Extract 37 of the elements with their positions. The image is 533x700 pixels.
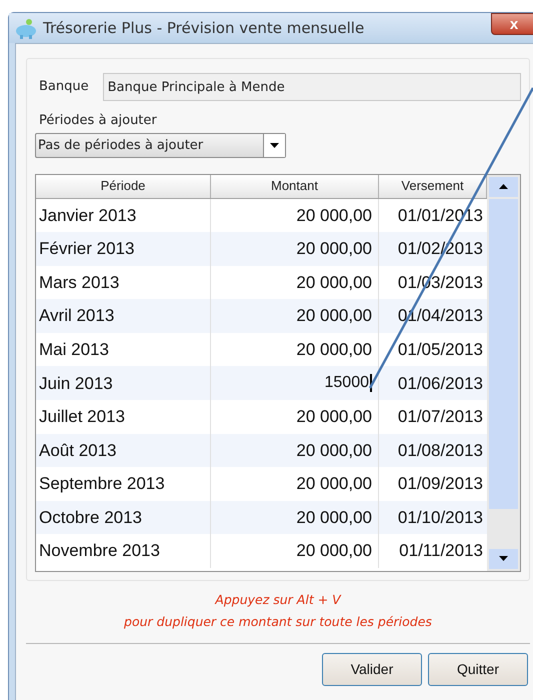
hint-text: pour dupliquer ce montant sur toute les périodes xyxy=(124,612,432,631)
bank-label: Banque xyxy=(39,78,89,96)
table-cell-text: 20 000,00 xyxy=(296,473,372,496)
table-cell-text: 01/09/2013 xyxy=(396,473,484,496)
table-cell-text: 01/11/2013 xyxy=(398,540,484,562)
piggy-bank-icon xyxy=(15,17,39,39)
table-cell: Novembre 2013 xyxy=(36,534,211,568)
hint-text: Appuyez sur Alt + V xyxy=(215,590,341,609)
table-cell-text: 20 000,00 xyxy=(296,272,372,294)
window-title: Trésorerie Plus - Prévision vente mensuelle xyxy=(43,18,364,39)
scrollbar[interactable] xyxy=(487,174,520,570)
table-cell-text: 01/07/2013 xyxy=(396,406,484,428)
dialog-button[interactable]: Quitter xyxy=(428,652,528,686)
dropdown-arrow-icon xyxy=(270,142,279,148)
column-header[interactable]: Période xyxy=(36,174,211,198)
table-cell-text: 20 000,00 xyxy=(296,204,372,227)
scrollbar-thumb[interactable] xyxy=(489,198,518,508)
periods-label: Périodes à ajouter xyxy=(39,112,158,130)
table-cell-text: 01/08/2013 xyxy=(396,440,484,462)
table-cell-text: 20 000,00 xyxy=(296,238,372,260)
bank-field[interactable]: Banque Principale à Mende xyxy=(102,73,521,101)
table-cell-text: 20 000,00 xyxy=(296,440,372,462)
column-header[interactable]: Montant xyxy=(211,174,379,198)
table-cell-text: 20 000,00 xyxy=(296,540,372,562)
table-cell-text: 20 000,00 xyxy=(296,305,372,328)
table-cell-text: 01/05/2013 xyxy=(396,338,484,361)
close-button[interactable]: x xyxy=(491,13,533,35)
table-cell-text: 01/06/2013 xyxy=(396,372,484,395)
table-cell-text: 20 000,00 xyxy=(296,338,372,361)
table-cell-text: 20 000,00 xyxy=(296,506,372,529)
amount-input[interactable]: 15000 xyxy=(324,374,372,392)
periods-dropdown[interactable]: Pas de périodes à ajouter xyxy=(35,132,286,158)
scroll-up-icon xyxy=(499,184,508,189)
table-cell-text: 20 000,00 xyxy=(296,406,372,428)
scroll-down-icon xyxy=(499,556,508,561)
table-cell-text: 01/10/2013 xyxy=(396,506,484,529)
dialog-button[interactable]: Valider xyxy=(322,652,422,686)
